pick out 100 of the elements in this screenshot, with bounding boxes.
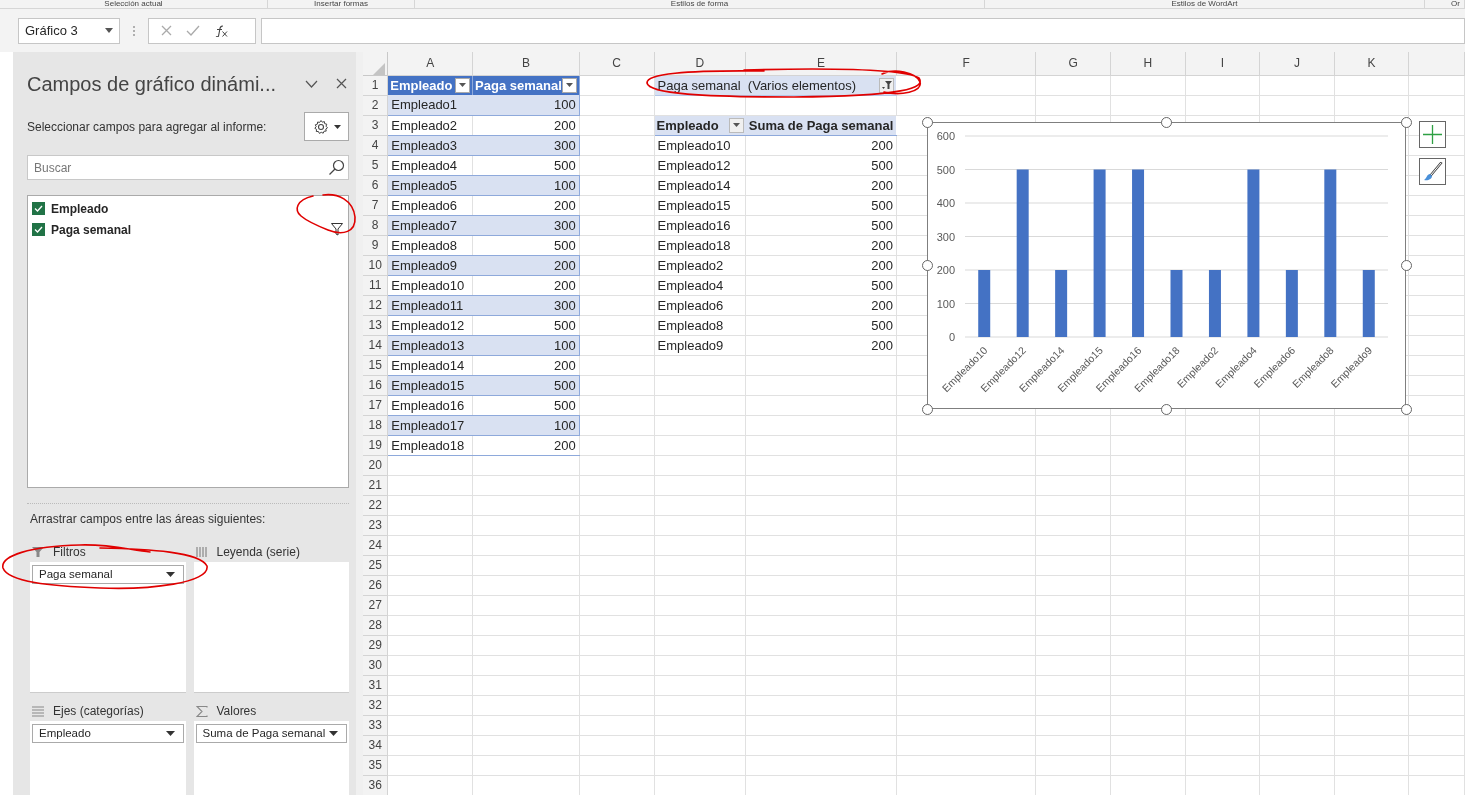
row-header[interactable]: 34: [363, 735, 388, 755]
areas-hint: Arrastrar campos entre las áreas siguientes:: [30, 511, 267, 529]
row-header[interactable]: 29: [363, 635, 388, 655]
column-header[interactable]: I: [1185, 52, 1260, 75]
name-box[interactable]: Gráfico 3: [18, 17, 120, 44]
row-header[interactable]: 35: [363, 755, 388, 775]
row-header[interactable]: 2: [363, 95, 388, 115]
resize-handle[interactable]: [1400, 260, 1412, 271]
drop-area[interactable]: Empleado: [30, 721, 186, 795]
row-header[interactable]: 26: [363, 575, 388, 595]
table-cell: Empleado: [390, 76, 453, 94]
drop-area[interactable]: Paga semanal: [30, 562, 186, 692]
resize-handle[interactable]: [1161, 116, 1172, 128]
row-header[interactable]: 8: [363, 215, 388, 235]
field-pill[interactable]: Empleado: [32, 724, 184, 743]
axis-label: 200: [936, 264, 955, 276]
row-header[interactable]: 27: [363, 595, 388, 615]
insert-function-button[interactable]: [214, 24, 228, 37]
close-button[interactable]: [336, 78, 347, 90]
tools-button[interactable]: [304, 112, 349, 142]
column-header[interactable]: A: [387, 52, 473, 75]
row-header[interactable]: 31: [363, 675, 388, 695]
search-icon: [328, 158, 345, 176]
column-header[interactable]: J: [1259, 52, 1335, 75]
row-header[interactable]: 32: [363, 695, 388, 715]
row-header[interactable]: 24: [363, 535, 388, 555]
gear-icon: [312, 119, 329, 135]
resize-handle[interactable]: [1400, 116, 1412, 128]
resize-handle[interactable]: [1400, 403, 1412, 415]
row-header[interactable]: 9: [363, 235, 388, 255]
field-pill-label: Paga semanal: [39, 566, 113, 582]
row-header[interactable]: 12: [363, 295, 388, 315]
row-header[interactable]: 1: [363, 75, 388, 95]
paintbrush-icon: [1422, 161, 1443, 182]
row-header[interactable]: 5: [363, 155, 388, 175]
check-icon: [34, 205, 43, 213]
ribbon-group-label: Estilos de forma: [670, 0, 729, 8]
bar: [978, 270, 991, 337]
table-cell: Paga semanal: [475, 76, 562, 94]
dropdown-button[interactable]: [728, 117, 744, 133]
row-header[interactable]: 19: [363, 435, 388, 455]
column-header[interactable]: E: [745, 52, 897, 75]
row-header[interactable]: 21: [363, 475, 388, 495]
column-header[interactable]: F: [896, 52, 1036, 75]
row-header[interactable]: 28: [363, 615, 388, 635]
row-header[interactable]: 13: [363, 315, 388, 335]
axis-label: 400: [936, 197, 955, 209]
search-field[interactable]: Buscar: [27, 155, 349, 181]
row-header[interactable]: 10: [363, 255, 388, 275]
row-header[interactable]: 33: [363, 715, 388, 735]
row-header[interactable]: 3: [363, 115, 388, 135]
dropdown-button[interactable]: [455, 77, 471, 93]
column-header[interactable]: C: [579, 52, 655, 75]
field-pill[interactable]: Paga semanal: [32, 565, 184, 584]
resize-handle[interactable]: [921, 116, 933, 128]
field-pill[interactable]: Suma de Paga semanal: [195, 724, 347, 743]
row-header[interactable]: 4: [363, 135, 388, 155]
chevron-icon: [305, 79, 318, 88]
formula-input[interactable]: [261, 17, 1465, 44]
column-header[interactable]: B: [472, 52, 580, 75]
row-header[interactable]: 7: [363, 195, 388, 215]
row-header[interactable]: 36: [363, 775, 388, 795]
checkbox[interactable]: [32, 202, 45, 216]
caret-icon: [165, 731, 175, 736]
drop-area[interactable]: Suma de Paga semanal: [193, 721, 349, 795]
field-label[interactable]: Paga semanal: [51, 220, 331, 239]
resize-handle[interactable]: [921, 403, 933, 415]
row-header[interactable]: 16: [363, 375, 388, 395]
resize-handle[interactable]: [921, 260, 933, 271]
ribbon-group-label: Estilos de WordArt: [1171, 0, 1238, 8]
column-header[interactable]: D: [654, 52, 746, 75]
row-header[interactable]: 11: [363, 275, 388, 295]
column-header[interactable]: K: [1334, 52, 1409, 75]
row-header[interactable]: 23: [363, 515, 388, 535]
column-header[interactable]: H: [1110, 52, 1186, 75]
row-header[interactable]: 25: [363, 555, 388, 575]
bar: [1170, 270, 1183, 337]
chart-elements-button[interactable]: [1419, 121, 1446, 148]
filter-button[interactable]: [879, 77, 895, 93]
column-header[interactable]: G: [1035, 52, 1111, 75]
row-header[interactable]: 15: [363, 355, 388, 375]
checkbox[interactable]: [32, 223, 45, 237]
table-cell: Empleado1: [387, 95, 473, 115]
row-header[interactable]: 22: [363, 495, 388, 515]
caret-icon: [329, 731, 338, 736]
row-header[interactable]: 20: [363, 455, 388, 475]
row-header[interactable]: 17: [363, 395, 388, 415]
field-label[interactable]: Empleado: [51, 199, 344, 218]
table-cell: (Varios elementos): [747, 76, 856, 94]
resize-handle[interactable]: [1161, 403, 1172, 415]
dropdown-button[interactable]: [561, 77, 577, 93]
row-header[interactable]: 6: [363, 175, 388, 195]
row-header[interactable]: 30: [363, 655, 388, 675]
chart-styles-button[interactable]: [1419, 158, 1446, 185]
row-header[interactable]: 18: [363, 415, 388, 435]
columns-icon: [195, 546, 208, 558]
area-label: Valores: [216, 703, 257, 720]
row-header[interactable]: 14: [363, 335, 388, 355]
pane-options-button[interactable]: [305, 79, 318, 88]
field-pill-label: Empleado: [39, 725, 91, 741]
